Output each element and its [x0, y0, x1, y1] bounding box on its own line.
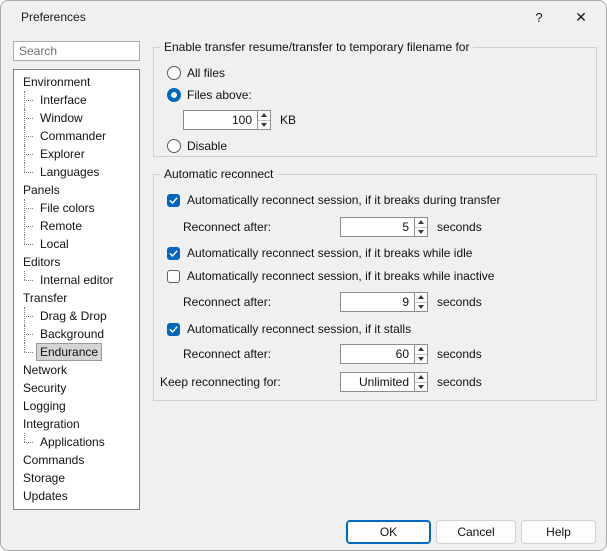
- spin-up-icon[interactable]: [415, 345, 427, 355]
- tree-item-file-colors[interactable]: File colors: [14, 199, 139, 217]
- threshold-input[interactable]: [183, 110, 257, 130]
- spin-down-icon[interactable]: [415, 303, 427, 312]
- close-icon[interactable]: ✕: [561, 1, 601, 33]
- spin-down-icon[interactable]: [415, 355, 427, 364]
- reconnect-inactive-spin: [340, 292, 428, 312]
- reconnect-transfer-input[interactable]: [340, 217, 414, 237]
- tree-item-logging[interactable]: Logging: [14, 397, 139, 415]
- checkbox-reconnect-transfer[interactable]: Automatically reconnect session, if it b…: [167, 192, 500, 208]
- checkbox-reconnect-inactive[interactable]: Automatically reconnect session, if it b…: [167, 268, 494, 284]
- tree-item-endurance[interactable]: Endurance: [14, 343, 139, 361]
- tree-item-drag-drop[interactable]: Drag & Drop: [14, 307, 139, 325]
- keep-reconnecting-row: Keep reconnecting for: seconds: [160, 372, 482, 392]
- cancel-button[interactable]: Cancel: [436, 520, 516, 544]
- spinner: [414, 372, 428, 392]
- tree-item-commands[interactable]: Commands: [14, 451, 139, 469]
- checkbox-checked-icon: [167, 323, 180, 336]
- tree-item-commander[interactable]: Commander: [14, 127, 139, 145]
- search-input[interactable]: [13, 41, 140, 61]
- spinner: [414, 217, 428, 237]
- spin-up-icon[interactable]: [258, 111, 270, 121]
- spin-down-icon[interactable]: [415, 228, 427, 237]
- tree-item-remote[interactable]: Remote: [14, 217, 139, 235]
- tree-item-network[interactable]: Network: [14, 361, 139, 379]
- tree-item-storage[interactable]: Storage: [14, 469, 139, 487]
- tree-item-environment[interactable]: Environment: [14, 73, 139, 91]
- titlebar: Preferences ? ✕: [1, 1, 606, 33]
- spinner: [257, 110, 271, 130]
- reconnect-after-transfer-row: Reconnect after: seconds: [183, 217, 482, 237]
- tree-item-interface[interactable]: Interface: [14, 91, 139, 109]
- resume-group-title: Enable transfer resume/transfer to tempo…: [160, 40, 473, 54]
- spin-up-icon[interactable]: [415, 373, 427, 383]
- spinner: [414, 344, 428, 364]
- tree-item-internal-editor[interactable]: Internal editor: [14, 271, 139, 289]
- checkbox-reconnect-stalls[interactable]: Automatically reconnect session, if it s…: [167, 321, 411, 337]
- reconnect-transfer-spin: [340, 217, 428, 237]
- preferences-dialog: Preferences ? ✕ Environment Interface Wi…: [0, 0, 607, 551]
- reconnect-group: Automatic reconnect Automatically reconn…: [153, 174, 597, 401]
- checkbox-unchecked-icon: [167, 270, 180, 283]
- tree-item-languages[interactable]: Languages: [14, 163, 139, 181]
- radio-icon: [167, 66, 181, 80]
- tree-item-security[interactable]: Security: [14, 379, 139, 397]
- tree-item-updates[interactable]: Updates: [14, 487, 139, 505]
- tree-item-panels[interactable]: Panels: [14, 181, 139, 199]
- checkbox-checked-icon: [167, 194, 180, 207]
- help-button[interactable]: Help: [521, 520, 596, 544]
- radio-disable[interactable]: Disable: [167, 138, 227, 154]
- spin-up-icon[interactable]: [415, 218, 427, 228]
- tree-item-explorer[interactable]: Explorer: [14, 145, 139, 163]
- reconnect-after-stalls-row: Reconnect after: seconds: [183, 344, 482, 364]
- threshold-row: KB: [183, 110, 296, 130]
- tree-item-integration[interactable]: Integration: [14, 415, 139, 433]
- radio-checked-icon: [167, 88, 181, 102]
- checkbox-checked-icon: [167, 247, 180, 260]
- tree-item-window[interactable]: Window: [14, 109, 139, 127]
- resume-group: Enable transfer resume/transfer to tempo…: [153, 47, 597, 157]
- tree-item-local[interactable]: Local: [14, 235, 139, 253]
- radio-files-above[interactable]: Files above:: [167, 87, 252, 103]
- spin-down-icon[interactable]: [415, 383, 427, 392]
- reconnect-after-inactive-row: Reconnect after: seconds: [183, 292, 482, 312]
- checkbox-reconnect-idle[interactable]: Automatically reconnect session, if it b…: [167, 245, 472, 261]
- spinner: [414, 292, 428, 312]
- reconnect-stalls-spin: [340, 344, 428, 364]
- keep-reconnecting-spin: [340, 372, 428, 392]
- help-icon[interactable]: ?: [519, 1, 559, 33]
- spin-down-icon[interactable]: [258, 121, 270, 130]
- radio-all-files[interactable]: All files: [167, 65, 225, 81]
- tree-item-editors[interactable]: Editors: [14, 253, 139, 271]
- threshold-spin: [183, 110, 271, 130]
- reconnect-inactive-input[interactable]: [340, 292, 414, 312]
- keep-reconnecting-input[interactable]: [340, 372, 414, 392]
- threshold-unit: KB: [280, 113, 296, 127]
- spin-up-icon[interactable]: [415, 293, 427, 303]
- ok-button[interactable]: OK: [346, 520, 431, 544]
- tree-item-transfer[interactable]: Transfer: [14, 289, 139, 307]
- tree-item-background[interactable]: Background: [14, 325, 139, 343]
- window-title: Preferences: [21, 10, 86, 24]
- preferences-tree: Environment Interface Window Commander E…: [13, 69, 140, 510]
- tree-item-applications[interactable]: Applications: [14, 433, 139, 451]
- radio-icon: [167, 139, 181, 153]
- reconnect-group-title: Automatic reconnect: [160, 167, 277, 181]
- reconnect-stalls-input[interactable]: [340, 344, 414, 364]
